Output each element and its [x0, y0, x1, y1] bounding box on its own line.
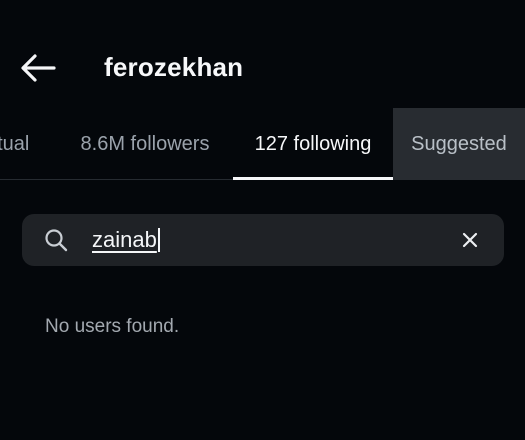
empty-results-message: No users found. — [45, 316, 180, 337]
top-bar: ferozekhan — [0, 36, 525, 100]
tab-suggested[interactable]: Suggested — [393, 108, 525, 180]
tab-followers[interactable]: 8.6M followers — [62, 108, 228, 180]
tab-mutual[interactable]: utual — [0, 108, 56, 180]
search-input[interactable]: zainab — [92, 225, 160, 255]
clear-search-button[interactable] — [458, 228, 482, 252]
arrow-left-icon — [21, 54, 56, 82]
active-tab-indicator — [233, 177, 393, 180]
profile-username-title: ferozekhan — [104, 52, 244, 82]
tab-following[interactable]: 127 following — [233, 108, 393, 180]
text-cursor — [157, 228, 160, 252]
connections-tab-bar: utual 8.6M followers 127 following Sugge… — [0, 108, 525, 180]
search-field[interactable]: zainab — [22, 214, 504, 266]
search-input-text: zainab — [92, 227, 157, 252]
search-icon — [45, 229, 68, 252]
back-button[interactable] — [14, 48, 62, 88]
close-icon — [462, 232, 478, 248]
following-list-screen: ferozekhan utual 8.6M followers 127 foll… — [0, 0, 525, 440]
